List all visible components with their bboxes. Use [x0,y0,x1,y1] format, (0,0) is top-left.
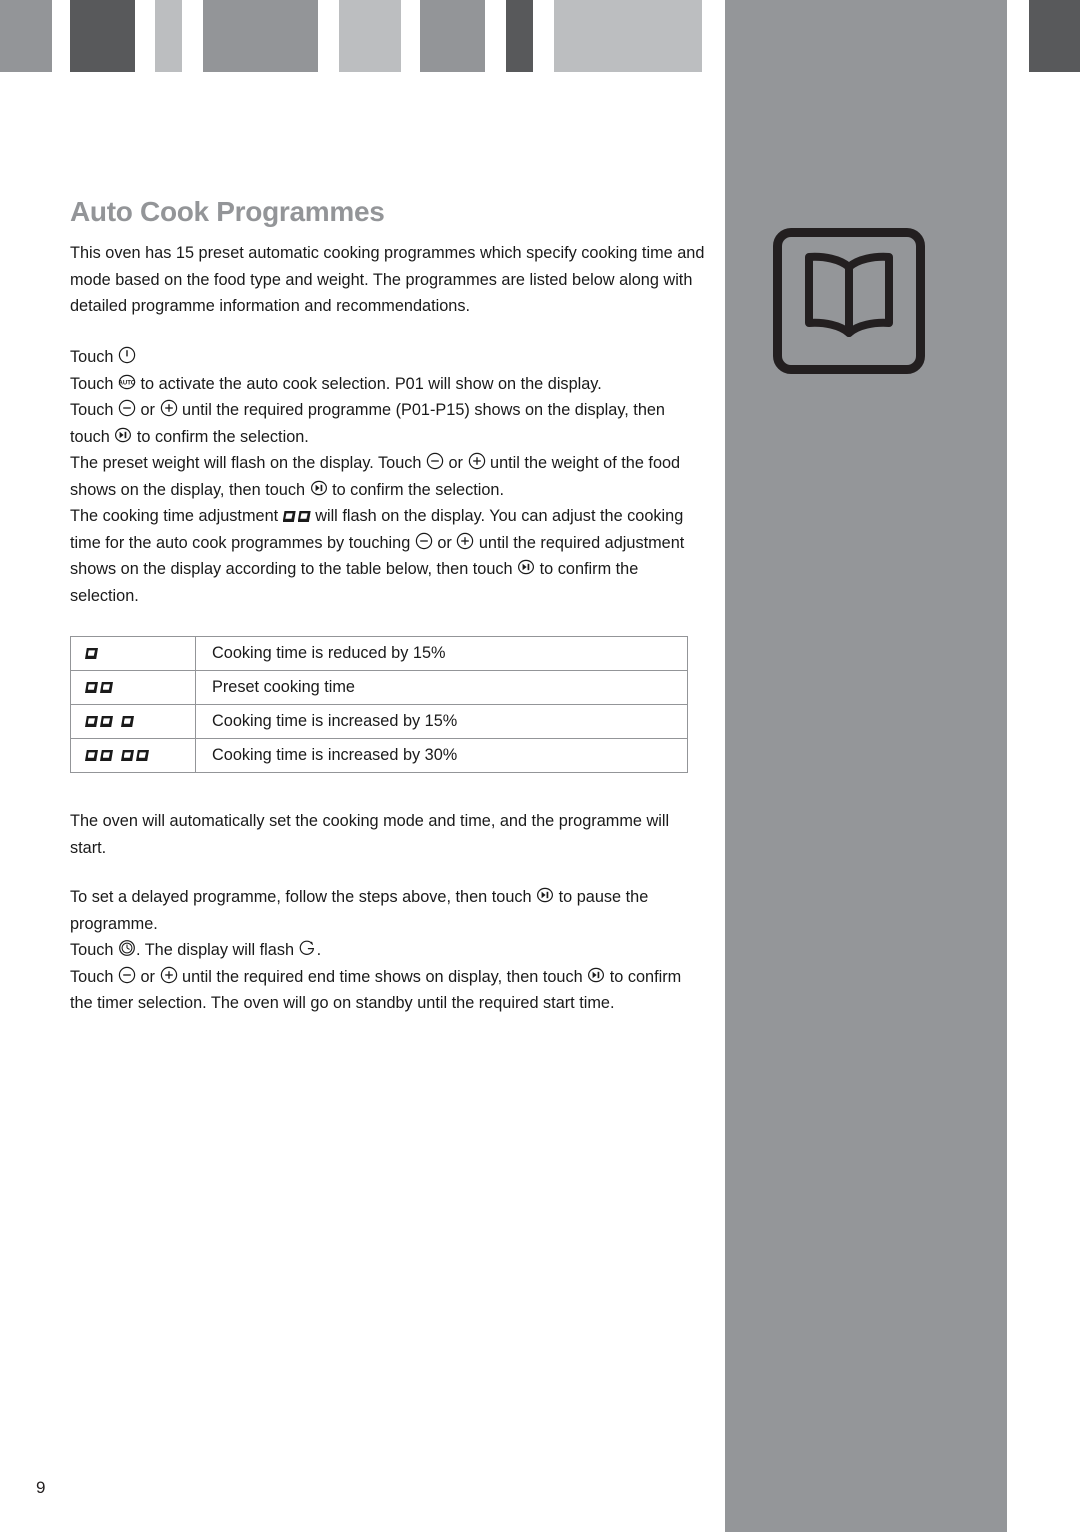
delayed-programme-block: To set a delayed programme, follow the s… [70,884,706,1017]
delayed3-text-b: or [135,967,160,986]
segment-block [100,716,113,727]
decor-bar-7 [506,0,533,72]
start-pause-icon [114,426,132,444]
delayed-line-3: Touch or until the required end time sho… [70,964,706,1017]
intro-text: This oven has 15 preset automatic cookin… [70,244,705,315]
step2-text-a: Touch [70,374,118,393]
segment-block [100,682,113,693]
start-pause-icon [517,558,535,576]
segment-display-1 [85,648,98,659]
segment-block [136,750,149,761]
adjustment-description: Cooking time is increased by 15% [195,704,688,739]
adjustment-description: Preset cooking time [195,670,688,705]
segment-block [85,682,98,693]
step4-text-d: to confirm the selection. [327,480,505,499]
decor-bar-8 [554,0,702,72]
table-row: Cooking time is reduced by 15% [70,636,688,671]
delayed1-text-a: To set a delayed programme, follow the s… [70,888,537,906]
cooking-time-adjustment-table: Cooking time is reduced by 15% Preset coo… [70,636,688,773]
plus-icon [456,532,474,550]
decor-bar-1 [0,0,52,72]
decor-bar-10 [1029,0,1080,72]
step1-text-a: Touch [70,348,118,366]
segment-display-4 [85,750,149,761]
segment-block [282,511,296,522]
segment-block [297,511,311,522]
segment-indicator-cell [70,738,196,773]
power-icon [118,346,136,364]
plus-icon [160,966,178,984]
segment-display-3 [85,716,134,727]
svg-text:AUTO: AUTO [119,380,136,386]
intro-paragraph: This oven has 15 preset automatic cookin… [70,240,706,320]
step3-text-b: or [135,401,160,419]
plus-icon [160,399,178,417]
step-line-1: Touch [70,344,706,371]
step4-text-b: or [443,454,468,472]
delayed2-text-c: . [316,941,322,959]
delayed3-text-c: until the required end time shows on dis… [177,967,588,986]
segment-indicator-cell [70,636,196,671]
decor-bar-5 [339,0,401,72]
step4-text-a: The preset weight will flash on the disp… [70,454,426,472]
minus-icon [426,452,444,470]
step5-text-a: The cooking time adjustment [70,507,283,525]
segment-display-two [282,511,311,522]
segment-block [121,750,134,761]
sidebar-panel [725,72,1007,1532]
table-row: Cooking time is increased by 30% [70,738,688,773]
segment-block [85,716,98,727]
segment-indicator-cell [70,704,196,739]
page-title: Auto Cook Programmes [70,196,385,227]
adjustment-description: Cooking time is reduced by 15% [195,636,688,671]
minus-icon [118,399,136,417]
after-table-paragraph: The oven will automatically set the cook… [70,808,706,861]
segment-indicator-cell [70,670,196,705]
after-table-text: The oven will automatically set the cook… [70,812,670,857]
segment-block [85,750,98,761]
step-line-2: Touch AUTO to activate the auto cook sel… [70,371,706,398]
segment-block [121,716,134,727]
open-book-icon [773,228,925,374]
plus-icon [468,452,486,470]
auto-icon: AUTO [118,373,136,391]
steps-block: Touch Touch AUTO to activate the auto co… [70,344,706,609]
table-body: Cooking time is reduced by 15% Preset coo… [70,636,688,773]
decor-bar-4 [203,0,318,72]
decor-bar-2 [70,0,135,72]
delayed-line-1: To set a delayed programme, follow the s… [70,884,706,937]
step-line-3: Touch or until the required programme (P… [70,397,706,450]
step3-text-d: to confirm the selection. [132,427,309,446]
page-number: 9 [36,1478,46,1497]
decor-bar-3 [155,0,182,72]
step-line-5: The cooking time adjustment will flash o… [70,503,706,609]
clock-icon [118,939,136,957]
start-pause-icon [536,886,554,904]
decor-bar-9 [725,0,1007,72]
delayed2-text-a: Touch [70,941,118,959]
segment-block [85,648,98,659]
start-pause-icon [310,479,328,497]
timer-icon [299,939,317,957]
adjustment-description: Cooking time is increased by 30% [195,738,688,773]
minus-icon [415,532,433,550]
minus-icon [118,966,136,984]
step3-text-a: Touch [70,401,118,419]
delayed-line-2: Touch . The display will flash . [70,937,706,964]
segment-display-2 [85,682,113,693]
table-row: Preset cooking time [70,670,688,705]
step2-text-b: to activate the auto cook selection. P01… [135,374,602,393]
table-row: Cooking time is increased by 15% [70,704,688,739]
start-pause-icon [587,966,605,984]
step5-text-c: or [432,533,457,552]
decor-bar-6 [420,0,485,72]
step-line-4: The preset weight will flash on the disp… [70,450,706,503]
segment-block [100,750,113,761]
delayed3-text-a: Touch [70,967,118,986]
delayed2-text-b: . The display will flash [135,941,299,959]
